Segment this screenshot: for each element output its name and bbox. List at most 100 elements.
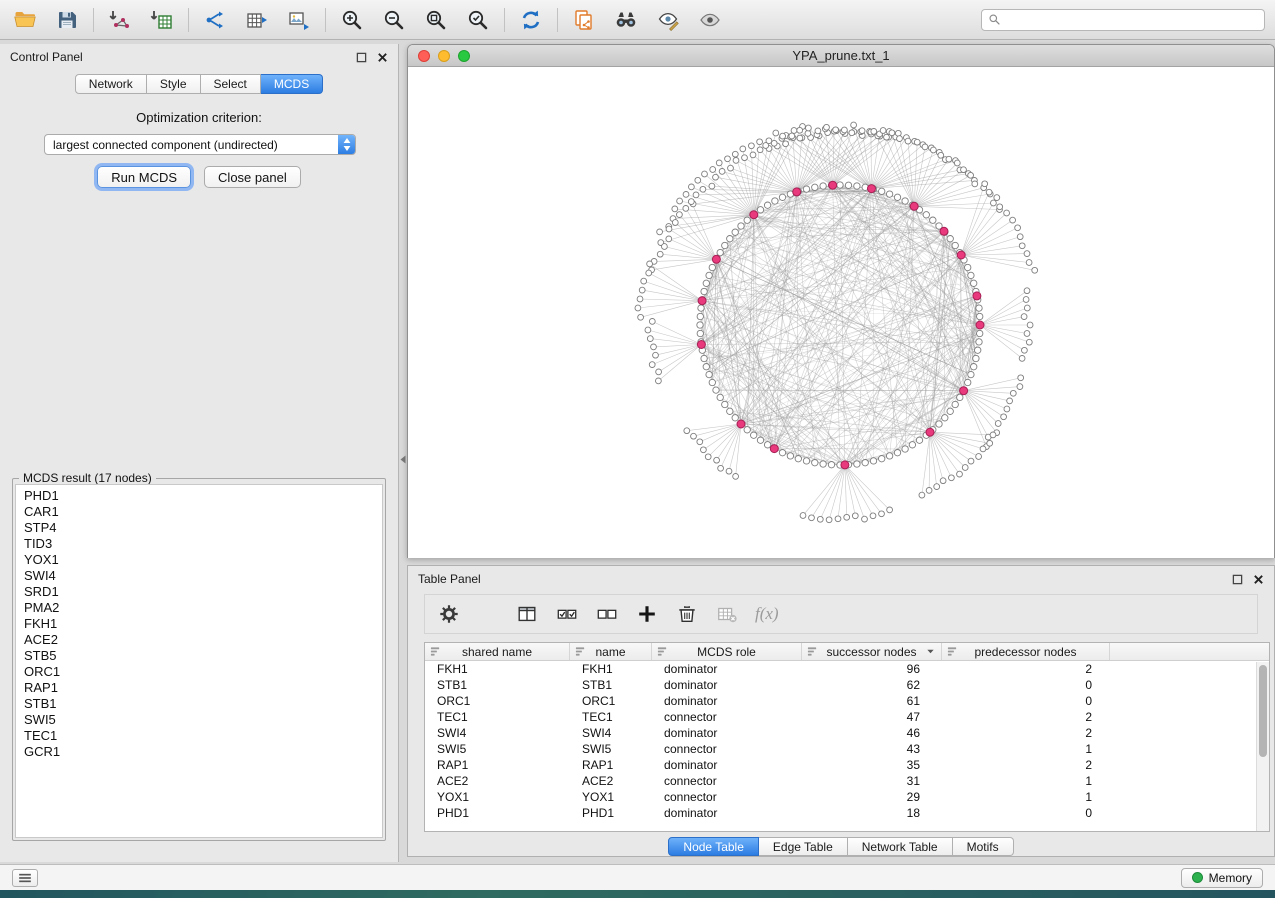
cell-predecessor_nodes: 1 <box>942 774 1110 788</box>
memory-button[interactable]: Memory <box>1181 868 1263 888</box>
cell-name: SWI5 <box>570 742 652 756</box>
zoom-out-icon[interactable] <box>379 5 409 35</box>
table-row[interactable]: SWI4SWI4dominator462 <box>425 725 1269 741</box>
cell-mcds_role: connector <box>652 774 802 788</box>
table-row[interactable]: STB1STB1dominator620 <box>425 677 1269 693</box>
save-icon[interactable] <box>52 5 82 35</box>
table-row[interactable]: ACE2ACE2connector311 <box>425 773 1269 789</box>
mcds-result-item[interactable]: GCR1 <box>24 744 382 760</box>
cell-successor_nodes: 96 <box>802 662 942 676</box>
mcds-result-item[interactable]: YOX1 <box>24 552 382 568</box>
table-row[interactable]: PHD1PHD1dominator180 <box>425 805 1269 821</box>
cell-mcds_role: dominator <box>652 694 802 708</box>
column-header-predecessor-nodes[interactable]: predecessor nodes <box>942 643 1110 660</box>
criterion-value: largest connected component (undirected) <box>45 138 338 152</box>
collapse-panel-icon[interactable] <box>400 451 406 469</box>
deselect-all-rows-icon[interactable] <box>595 602 619 626</box>
chevron-down-icon[interactable] <box>926 647 935 656</box>
sort-icon <box>430 646 441 657</box>
close-panel-icon[interactable] <box>377 52 388 63</box>
mcds-result-item[interactable]: TEC1 <box>24 728 382 744</box>
import-table-icon[interactable] <box>147 5 177 35</box>
dropdown-stepper-icon[interactable] <box>338 135 355 154</box>
zoom-selected-icon[interactable] <box>463 5 493 35</box>
cell-name: RAP1 <box>570 758 652 772</box>
add-column-icon[interactable] <box>635 602 659 626</box>
column-header-successor-nodes[interactable]: successor nodes <box>802 643 942 660</box>
mcds-result-item[interactable]: RAP1 <box>24 680 382 696</box>
network-graph[interactable] <box>408 67 1274 558</box>
cell-shared_name: ACE2 <box>425 774 570 788</box>
task-history-icon[interactable] <box>12 869 38 887</box>
criterion-dropdown[interactable]: largest connected component (undirected) <box>44 134 356 155</box>
mcds-result-item[interactable]: STP4 <box>24 520 382 536</box>
mcds-result-item[interactable]: STB1 <box>24 696 382 712</box>
float-panel-icon[interactable] <box>356 52 367 63</box>
network-canvas[interactable] <box>408 67 1274 558</box>
mcds-result-item[interactable]: ACE2 <box>24 632 382 648</box>
table-scrollbar[interactable] <box>1256 662 1269 831</box>
mcds-result-title: MCDS result (17 nodes) <box>19 471 156 485</box>
mcds-result-item[interactable]: PHD1 <box>24 488 382 504</box>
search-box[interactable] <box>981 9 1265 31</box>
network-window-titlebar[interactable]: YPA_prune.txt_1 <box>408 45 1274 67</box>
mcds-result-list[interactable]: PHD1CAR1STP4TID3YOX1SWI4SRD1PMA2FKH1ACE2… <box>15 484 383 838</box>
mcds-result-item[interactable]: SWI5 <box>24 712 382 728</box>
binoculars-icon[interactable] <box>611 5 641 35</box>
column-header-name[interactable]: name <box>570 643 652 660</box>
cell-mcds_role: dominator <box>652 678 802 692</box>
search-input[interactable] <box>1006 13 1258 27</box>
open-folder-icon[interactable] <box>10 5 40 35</box>
close-table-panel-icon[interactable] <box>1253 574 1264 585</box>
float-table-panel-icon[interactable] <box>1232 574 1243 585</box>
eye-icon[interactable] <box>695 5 725 35</box>
tab-network-table[interactable]: Network Table <box>848 837 953 856</box>
table-row[interactable]: FKH1FKH1dominator962 <box>425 661 1269 677</box>
cell-predecessor_nodes: 0 <box>942 678 1110 692</box>
show-columns-icon[interactable] <box>515 602 539 626</box>
search-icon <box>988 13 1001 26</box>
tab-style[interactable]: Style <box>147 74 201 94</box>
mcds-result-item[interactable]: ORC1 <box>24 664 382 680</box>
tab-node-table[interactable]: Node Table <box>668 837 759 856</box>
import-network-icon[interactable] <box>105 5 135 35</box>
zoom-fit-icon[interactable] <box>421 5 451 35</box>
delete-column-icon <box>715 602 739 626</box>
run-mcds-button[interactable]: Run MCDS <box>97 166 191 188</box>
refresh-icon[interactable] <box>516 5 546 35</box>
table-row[interactable]: RAP1RAP1dominator352 <box>425 757 1269 773</box>
mcds-result-item[interactable]: STB5 <box>24 648 382 664</box>
graphics-details-icon[interactable] <box>653 5 683 35</box>
mcds-result-item[interactable]: PMA2 <box>24 600 382 616</box>
mcds-result-item[interactable]: CAR1 <box>24 504 382 520</box>
select-all-rows-icon[interactable] <box>555 602 579 626</box>
zoom-in-icon[interactable] <box>337 5 367 35</box>
mcds-result-item[interactable]: SRD1 <box>24 584 382 600</box>
tab-edge-table[interactable]: Edge Table <box>759 837 848 856</box>
table-row[interactable]: YOX1YOX1connector291 <box>425 789 1269 805</box>
clone-network-icon[interactable] <box>569 5 599 35</box>
export-table-icon[interactable] <box>242 5 272 35</box>
export-network-icon[interactable] <box>200 5 230 35</box>
tab-network[interactable]: Network <box>75 74 147 94</box>
table-settings-gear-icon[interactable] <box>437 602 461 626</box>
cell-mcds_role: dominator <box>652 806 802 820</box>
mcds-result-item[interactable]: SWI4 <box>24 568 382 584</box>
cell-name: SWI4 <box>570 726 652 740</box>
export-image-icon[interactable] <box>284 5 314 35</box>
close-panel-button[interactable]: Close panel <box>204 166 301 188</box>
tab-mcds[interactable]: MCDS <box>261 74 323 94</box>
panel-splitter[interactable] <box>399 44 407 862</box>
cell-predecessor_nodes: 1 <box>942 790 1110 804</box>
tab-select[interactable]: Select <box>201 74 261 94</box>
tab-motifs[interactable]: Motifs <box>953 837 1014 856</box>
column-header-shared-name[interactable]: shared name <box>425 643 570 660</box>
delete-icon[interactable] <box>675 602 699 626</box>
table-row[interactable]: SWI5SWI5connector431 <box>425 741 1269 757</box>
table-row[interactable]: TEC1TEC1connector472 <box>425 709 1269 725</box>
mcds-result-item[interactable]: TID3 <box>24 536 382 552</box>
mcds-result-item[interactable]: FKH1 <box>24 616 382 632</box>
scrollbar-thumb[interactable] <box>1259 665 1267 757</box>
table-row[interactable]: ORC1ORC1dominator610 <box>425 693 1269 709</box>
column-header-MCDS-role[interactable]: MCDS role <box>652 643 802 660</box>
